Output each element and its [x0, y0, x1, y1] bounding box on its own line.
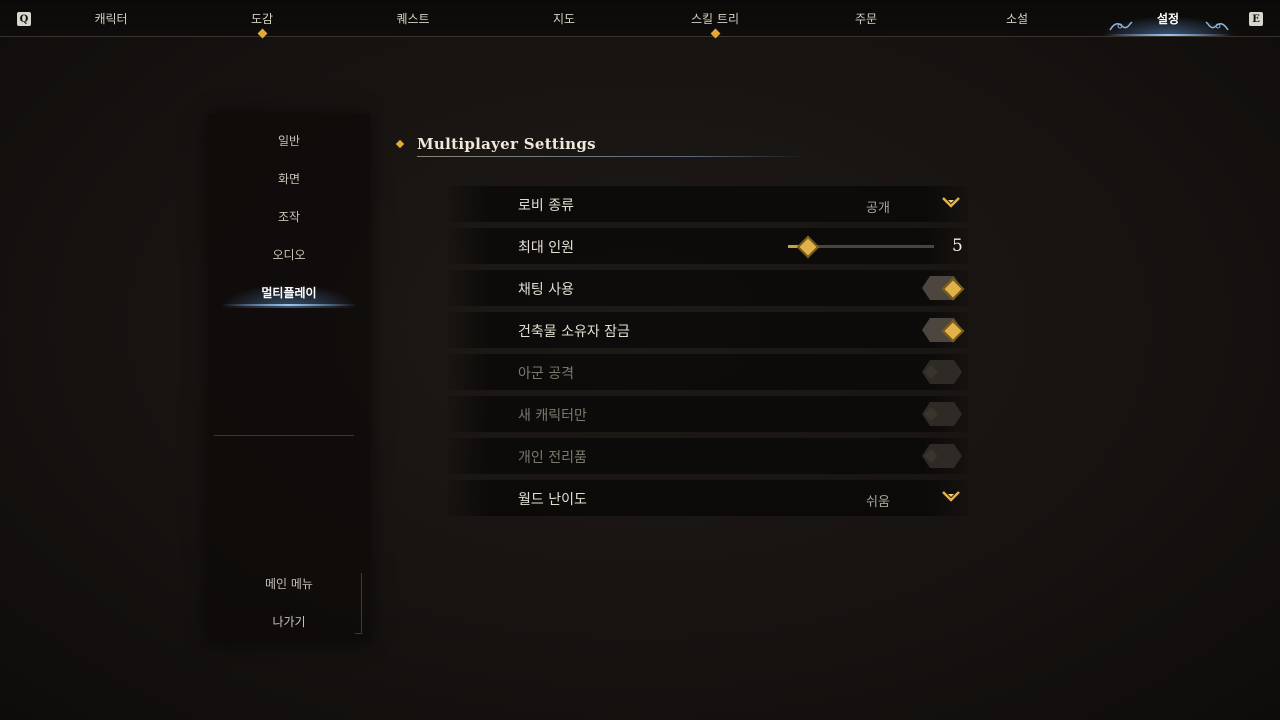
notification-diamond-icon — [257, 28, 267, 39]
sidebar-active-underline — [222, 304, 356, 306]
notification-diamond-icon — [710, 28, 720, 39]
sidebar-item-display[interactable]: 화면 — [208, 170, 370, 187]
setting-label: 월드 난이도 — [518, 492, 587, 508]
section-diamond-icon — [395, 139, 405, 149]
slider-value: 5 — [952, 236, 963, 256]
section-title: Multiplayer Settings — [417, 135, 596, 153]
setting-row-build-lock[interactable]: 건축물 소유자 잠금 — [448, 312, 968, 348]
setting-label: 새 캐릭터만 — [518, 408, 587, 424]
tab-skill-tree[interactable]: 스킬 트리 — [691, 10, 739, 27]
tab-novel[interactable]: 소설 — [1006, 10, 1028, 27]
next-tab-key[interactable]: E — [1249, 12, 1263, 26]
tab-spells[interactable]: 주문 — [855, 10, 877, 27]
main-menu-button[interactable]: 메인 메뉴 — [208, 575, 370, 592]
section-underline — [417, 156, 807, 157]
sidebar-corner-ornament — [355, 573, 362, 634]
tab-codex[interactable]: 도감 — [251, 10, 273, 27]
setting-row-max-players[interactable]: 최대 인원 5 — [448, 228, 968, 264]
tab-quest[interactable]: 퀘스트 — [396, 10, 429, 27]
prev-tab-key[interactable]: Q — [17, 12, 31, 26]
setting-row-new-character-only[interactable]: 새 캐릭터만 — [448, 396, 968, 432]
tab-character[interactable]: 캐릭터 — [94, 10, 127, 27]
dropdown-value: 공개 — [866, 201, 890, 216]
settings-sidebar: 일반 화면 조작 오디오 멀티플레이 메인 메뉴 나가기 — [208, 114, 370, 642]
tab-settings[interactable]: 설정 — [1157, 10, 1179, 27]
setting-row-world-difficulty[interactable]: 월드 난이도 쉬움 — [448, 480, 968, 516]
setting-row-chat[interactable]: 채팅 사용 — [448, 270, 968, 306]
sidebar-item-multiplayer[interactable]: 멀티플레이 — [208, 284, 370, 301]
setting-label: 로비 종류 — [518, 198, 574, 214]
setting-label: 아군 공격 — [518, 366, 574, 382]
setting-label: 개인 전리품 — [518, 450, 587, 466]
slider-handle[interactable] — [796, 235, 820, 259]
sidebar-item-general[interactable]: 일반 — [208, 132, 370, 149]
ornament-swirl-icon — [1205, 21, 1229, 31]
sidebar-item-controls[interactable]: 조작 — [208, 208, 370, 225]
setting-label: 채팅 사용 — [518, 282, 574, 298]
sidebar-item-audio[interactable]: 오디오 — [208, 246, 370, 263]
dropdown-value: 쉬움 — [866, 495, 890, 510]
ornament-swirl-icon — [1109, 21, 1133, 31]
setting-label: 건축물 소유자 잠금 — [518, 324, 630, 340]
top-nav: Q E 캐릭터 도감 퀘스트 지도 스킬 트리 주문 소설 설정 — [0, 0, 1280, 39]
tab-map[interactable]: 지도 — [553, 10, 575, 27]
setting-label: 최대 인원 — [518, 240, 574, 256]
setting-row-friendly-fire[interactable]: 아군 공격 — [448, 354, 968, 390]
setting-row-lobby-type[interactable]: 로비 종류 공개 — [448, 186, 968, 222]
active-tab-underline — [1105, 34, 1231, 36]
chevron-down-icon[interactable] — [942, 196, 960, 208]
setting-row-personal-loot[interactable]: 개인 전리품 — [448, 438, 968, 474]
exit-button[interactable]: 나가기 — [208, 613, 370, 630]
sidebar-divider — [214, 435, 354, 436]
chevron-down-icon[interactable] — [942, 490, 960, 502]
